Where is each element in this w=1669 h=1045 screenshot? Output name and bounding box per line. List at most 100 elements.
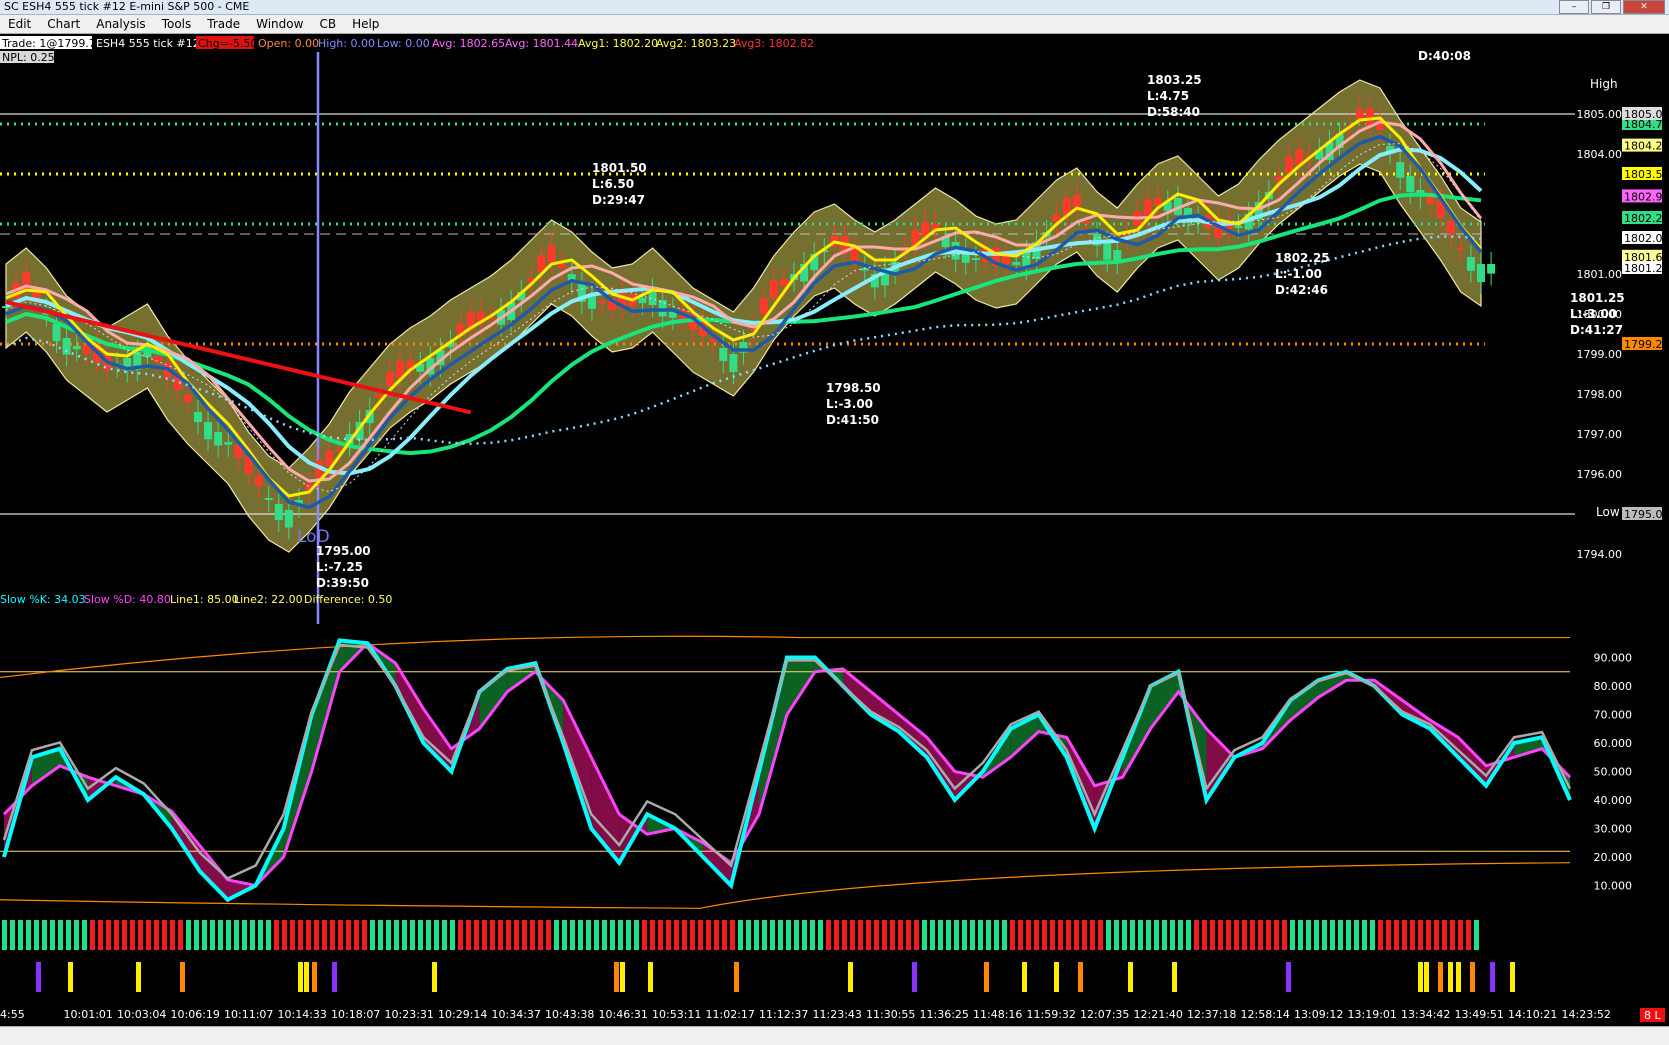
menu-cb[interactable]: CB [311, 15, 344, 33]
histogram-bar [1298, 920, 1303, 950]
close-icon[interactable]: ✕ [1623, 0, 1665, 14]
price-tag-text: 1803.50 [1624, 168, 1669, 181]
signal-tick [298, 962, 303, 992]
histogram-bar [946, 920, 951, 950]
histogram-bar [546, 920, 551, 950]
histogram-bar [458, 920, 463, 950]
histogram-bar [418, 920, 423, 950]
histogram-bar [442, 920, 447, 950]
price-tag-text: 1802.94 [1624, 190, 1669, 203]
histogram-bar [826, 920, 831, 950]
menu-analysis[interactable]: Analysis [88, 15, 153, 33]
histogram-bar [962, 920, 967, 950]
restore-icon[interactable]: ❐ [1591, 0, 1621, 14]
histogram-bar [874, 920, 879, 950]
candle-body [183, 394, 192, 402]
histogram-bar [1042, 920, 1047, 950]
histogram-bar [794, 920, 799, 950]
chart-area[interactable]: Trade: 1@1799.75 ESH4 555 tick #12 Chg=-… [0, 34, 1669, 1024]
histogram-bar [1194, 920, 1199, 950]
time-axis: 4:55 10:01:01 10:03:04 10:06:19 10:11:07 10:1… [0, 1008, 1665, 1022]
menu-chart[interactable]: Chart [39, 15, 88, 33]
candle-body [214, 432, 223, 446]
histogram-bar [498, 920, 503, 950]
signal-tick [984, 962, 989, 992]
histogram-bar [1138, 920, 1143, 950]
histogram-bar [1426, 920, 1431, 950]
time-label: 12:21:40 [1134, 1008, 1183, 1021]
npl-readout: NPL: 0.25P [2, 51, 62, 64]
histogram-bar [306, 920, 311, 950]
histogram-bar [1066, 920, 1071, 950]
histogram-bar [1346, 920, 1351, 950]
time-label: 10:11:07 [224, 1008, 273, 1021]
signal-tick [312, 962, 317, 992]
menu-trade[interactable]: Trade [199, 15, 248, 33]
histogram-bar [1146, 920, 1151, 950]
histogram-bar [658, 920, 663, 950]
osc-tick-label: 50.000 [1594, 766, 1633, 779]
candle-body [193, 412, 202, 423]
histogram-bar [250, 920, 255, 950]
histogram-bar [1162, 920, 1167, 950]
histogram-bar [834, 920, 839, 950]
histogram-bar [986, 920, 991, 950]
histogram-bar [570, 920, 575, 950]
histogram-bar [122, 920, 127, 950]
candle-body [1477, 264, 1485, 282]
menu-window[interactable]: Window [248, 15, 311, 33]
candle-body [1234, 226, 1243, 228]
swing-label: D:42:46 [1275, 283, 1328, 297]
histogram-bar [762, 920, 767, 950]
signal-tick [614, 962, 619, 992]
histogram-bar [194, 920, 199, 950]
menu-tools[interactable]: Tools [154, 15, 200, 33]
price-tick-label: 1805.00 [1577, 108, 1623, 121]
histogram-bar [370, 920, 375, 950]
histogram-bar [882, 920, 887, 950]
signal-tick [848, 962, 853, 992]
histogram-bar [82, 920, 87, 950]
high-readout: High: 0.00 [318, 37, 375, 50]
histogram-bar [1210, 920, 1215, 950]
time-label: 11:02:17 [706, 1008, 755, 1021]
price-chart-svg[interactable]: Trade: 1@1799.75 ESH4 555 tick #12 Chg=-… [0, 34, 1669, 1024]
histogram-bar [1130, 920, 1135, 950]
signal-tick [734, 962, 739, 992]
histogram-bar [890, 920, 895, 950]
price-tag-text: 1802.00 [1624, 232, 1669, 245]
histogram-bar [666, 920, 671, 950]
change-readout: Chg=-5.50 [198, 37, 257, 50]
candle-body [769, 280, 778, 298]
histogram-bar [586, 920, 591, 950]
time-label: 11:23:43 [813, 1008, 862, 1021]
price-tick-label: 1799.00 [1577, 348, 1623, 361]
signal-tick [1054, 962, 1059, 992]
histogram-bar [1338, 920, 1343, 950]
signal-tick [1510, 962, 1515, 992]
histogram-bar [538, 920, 543, 950]
histogram-bar [186, 920, 191, 950]
signal-tick [1456, 962, 1461, 992]
price-tag-text: 1799.25 [1624, 338, 1669, 351]
histogram-bar [1106, 920, 1111, 950]
time-label: 14:23:52 [1562, 1008, 1611, 1021]
signal-tick [1418, 962, 1423, 992]
histogram-bar [1418, 920, 1423, 950]
histogram-strip [2, 920, 1515, 992]
histogram-bar [1250, 920, 1255, 950]
histogram-bar [1058, 920, 1063, 950]
histogram-bar [602, 920, 607, 950]
legend-difference: Difference: 0.50 [304, 593, 392, 606]
histogram-bar [1002, 920, 1007, 950]
menu-edit[interactable]: Edit [0, 15, 39, 33]
histogram-bar [426, 920, 431, 950]
minimize-icon[interactable]: – [1559, 0, 1589, 14]
menu-help[interactable]: Help [344, 15, 387, 33]
histogram-bar [506, 920, 511, 950]
time-label: 4:55 [0, 1008, 25, 1021]
signal-tick [1078, 962, 1083, 992]
candle-body [1012, 262, 1021, 266]
histogram-bar [1098, 920, 1103, 950]
signal-tick [1424, 962, 1429, 992]
